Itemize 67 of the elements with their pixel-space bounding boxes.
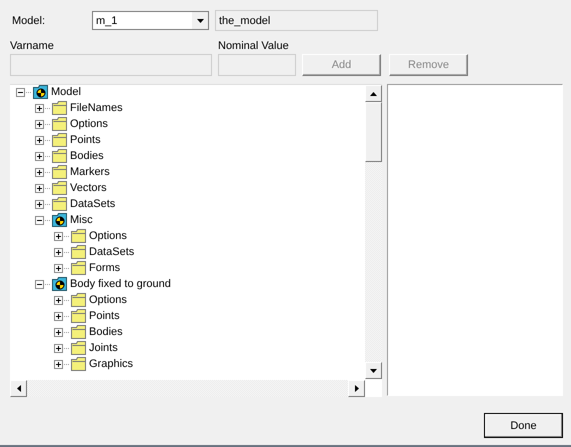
model-icon: [33, 85, 49, 99]
expand-icon[interactable]: [54, 264, 70, 272]
tree-item[interactable]: Options: [70, 117, 108, 131]
expand-icon[interactable]: [35, 136, 51, 144]
tree-item[interactable]: FileNames: [70, 101, 123, 115]
tree-item[interactable]: Model: [51, 85, 81, 99]
folder-icon: [71, 325, 87, 339]
tree-item[interactable]: Graphics: [89, 357, 134, 371]
tree-item[interactable]: Options: [89, 229, 127, 243]
tree-item[interactable]: Points: [89, 309, 120, 323]
tree-item[interactable]: Forms: [89, 261, 120, 275]
expand-icon[interactable]: [35, 120, 51, 128]
expand-icon[interactable]: [54, 328, 70, 336]
expand-icon[interactable]: [35, 168, 51, 176]
folder-icon: [71, 245, 87, 259]
folder-icon: [71, 261, 87, 275]
folder-icon: [52, 165, 68, 179]
folder-icon: [52, 149, 68, 163]
nominal-value-label: Nominal Value: [218, 40, 290, 52]
expand-icon[interactable]: [35, 184, 51, 192]
right-arrow-icon: [354, 385, 358, 392]
expand-icon[interactable]: [54, 312, 70, 320]
vertical-scrollbar[interactable]: [365, 85, 382, 379]
model-label: Model:: [12, 14, 46, 26]
tree-item[interactable]: Markers: [70, 165, 110, 179]
tree-item[interactable]: Options: [89, 293, 127, 307]
up-arrow-icon: [370, 92, 377, 96]
folder-icon: [52, 197, 68, 211]
tree-item[interactable]: Joints: [89, 341, 118, 355]
folder-icon: [52, 101, 68, 115]
tree-item[interactable]: Bodies: [89, 325, 123, 339]
model-dropdown[interactable]: m_1: [92, 11, 209, 30]
tree-item[interactable]: DataSets: [89, 245, 134, 259]
expand-icon[interactable]: [54, 360, 70, 368]
expand-icon[interactable]: [54, 344, 70, 352]
expand-icon[interactable]: [35, 200, 51, 208]
expand-icon[interactable]: [54, 296, 70, 304]
tree-item[interactable]: Bodies: [70, 149, 104, 163]
model-icon: [52, 213, 68, 227]
folder-icon: [52, 133, 68, 147]
tree-item[interactable]: Vectors: [70, 181, 107, 195]
tree-item[interactable]: Points: [70, 133, 101, 147]
collapse-icon[interactable]: [35, 280, 51, 288]
tree-item[interactable]: Misc: [70, 213, 93, 227]
tree-item[interactable]: Body fixed to ground: [70, 277, 171, 291]
down-arrow-icon: [370, 368, 377, 372]
model-icon: [52, 277, 68, 291]
folder-icon: [71, 309, 87, 323]
done-button[interactable]: Done: [484, 413, 563, 438]
expand-icon[interactable]: [54, 232, 70, 240]
folder-icon: [52, 181, 68, 195]
collapse-icon[interactable]: [16, 88, 32, 96]
horizontal-scrollbar[interactable]: [10, 380, 365, 397]
folder-icon: [71, 341, 87, 355]
varname-label: Varname: [10, 40, 55, 52]
expand-icon[interactable]: [35, 152, 51, 160]
scroll-thumb[interactable]: [365, 102, 382, 162]
folder-icon: [71, 229, 87, 243]
folder-icon: [71, 357, 87, 371]
model-name-field: the_model: [215, 10, 378, 31]
left-arrow-icon: [16, 385, 20, 392]
tree-item[interactable]: DataSets: [70, 197, 116, 211]
expand-icon[interactable]: [54, 248, 70, 256]
collapse-icon[interactable]: [35, 216, 51, 224]
expand-icon[interactable]: [35, 104, 51, 112]
folder-icon: [71, 293, 87, 307]
folder-icon: [52, 117, 68, 131]
